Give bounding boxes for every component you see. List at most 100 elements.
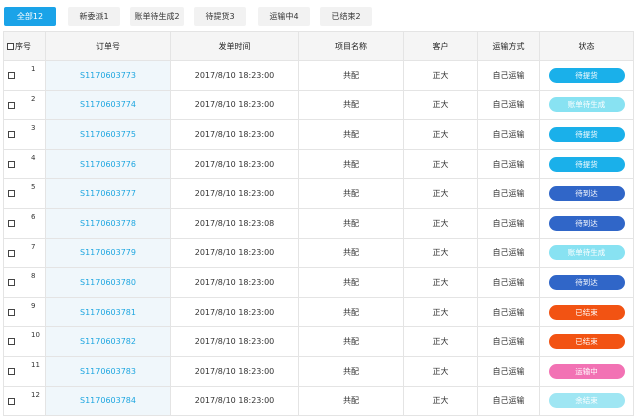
tab-awaiting-pickup[interactable]: 待提货3 (194, 7, 246, 26)
transport-method: 自己运输 (477, 326, 540, 357)
tab-in-transit[interactable]: 运输中4 (258, 7, 310, 26)
tab-new-assigned[interactable]: 新委派1 (68, 7, 120, 26)
status-cell: 待提货 (539, 119, 634, 150)
customer: 正大 (403, 355, 478, 387)
row-index: 5 (31, 183, 36, 192)
row-index: 1 (31, 65, 36, 73)
order-number-link[interactable]: S1170603781 (80, 308, 136, 317)
row-index: 4 (31, 153, 36, 162)
order-number-link[interactable]: S1170603775 (80, 130, 136, 139)
order-number-link[interactable]: S1170603777 (80, 189, 136, 198)
status-badge[interactable]: 待提货 (548, 67, 625, 83)
row-index-cell: 2 (3, 89, 46, 121)
status-badge[interactable]: 已结束 (548, 304, 625, 320)
customer: 正大 (403, 89, 478, 121)
header-index-label: 序号 (15, 41, 31, 51)
order-number-link[interactable]: S1170603783 (80, 367, 136, 376)
issue-time: 2017/8/10 18:23:00 (170, 148, 299, 180)
header-customer: 客户 (403, 31, 478, 61)
table-row: 1 S1170603773 2017/8/10 18:23:00 共配 正大 自… (3, 60, 634, 91)
row-index-cell: 9 (3, 296, 46, 328)
status-badge[interactable]: 账单待生成 (548, 245, 625, 261)
issue-time: 2017/8/10 18:23:00 (170, 119, 299, 150)
table-row: 3 S1170603775 2017/8/10 18:23:00 共配 正大 自… (3, 119, 634, 150)
order-number-link[interactable]: S1170603782 (80, 337, 136, 346)
status-badge[interactable]: 待提货 (548, 156, 625, 172)
order-number-link[interactable]: S1170603776 (80, 160, 136, 169)
customer: 正大 (403, 296, 478, 328)
row-index-cell: 1 (3, 60, 46, 91)
order-number-link[interactable]: S1170603773 (80, 71, 136, 80)
table-row: 9 S1170603781 2017/8/10 18:23:00 共配 正大 自… (3, 296, 634, 328)
tab-bill-pending[interactable]: 账单待生成2 (130, 7, 184, 26)
status-badge[interactable]: 待到达 (548, 186, 625, 202)
row-checkbox[interactable] (8, 131, 15, 139)
row-checkbox[interactable] (8, 101, 15, 109)
status-cell: 账单待生成 (539, 89, 634, 121)
tab-all[interactable]: 全部12 (4, 7, 56, 26)
status-badge[interactable]: 账单待生成 (548, 97, 625, 113)
table-row: 8 S1170603780 2017/8/10 18:23:00 共配 正大 自… (3, 267, 634, 298)
row-checkbox[interactable] (8, 72, 15, 79)
header-index: 序号 (3, 31, 46, 61)
issue-time: 2017/8/10 18:23:00 (170, 385, 299, 417)
issue-time: 2017/8/10 18:23:00 (170, 326, 299, 357)
customer: 正大 (403, 60, 478, 91)
status-cell: 运输中 (539, 355, 634, 387)
header-order-number: 订单号 (45, 31, 171, 61)
issue-time: 2017/8/10 18:23:00 (170, 237, 299, 269)
status-badge[interactable]: 待到达 (548, 215, 625, 231)
project-name: 共配 (298, 237, 404, 269)
customer: 正大 (403, 207, 478, 239)
transport-method: 自己运输 (477, 237, 540, 269)
order-number-cell: S1170603778 (45, 207, 171, 239)
row-checkbox[interactable] (8, 308, 15, 316)
row-checkbox[interactable] (8, 249, 15, 257)
status-badge[interactable]: 待到达 (548, 274, 625, 290)
table-row: 11 S1170603783 2017/8/10 18:23:00 共配 正大 … (3, 355, 634, 387)
row-checkbox[interactable] (8, 279, 15, 287)
order-number-link[interactable]: S1170603779 (80, 248, 136, 257)
row-index-cell: 8 (3, 267, 46, 298)
row-checkbox[interactable] (8, 367, 15, 375)
customer: 正大 (403, 178, 478, 209)
order-number-cell: S1170603777 (45, 178, 171, 209)
table-row: 6 S1170603778 2017/8/10 18:23:08 共配 正大 自… (3, 207, 634, 239)
status-badge[interactable]: 运输中 (548, 363, 625, 379)
status-badge[interactable]: 待提货 (548, 126, 625, 142)
row-checkbox[interactable] (8, 160, 15, 168)
order-number-link[interactable]: S1170603784 (80, 396, 136, 405)
table-row: 5 S1170603777 2017/8/10 18:23:00 共配 正大 自… (3, 178, 634, 209)
customer: 正大 (403, 326, 478, 357)
transport-method: 自己运输 (477, 178, 540, 209)
project-name: 共配 (298, 355, 404, 387)
status-cell: 已结束 (539, 296, 634, 328)
row-checkbox[interactable] (8, 219, 15, 227)
customer: 正大 (403, 237, 478, 269)
transport-method: 自己运输 (477, 267, 540, 298)
status-cell: 余结束 (539, 385, 634, 417)
table-header-row: 序号 订单号 发单时间 项目名称 客户 运输方式 状态 (3, 31, 634, 61)
project-name: 共配 (298, 296, 404, 328)
tab-finished[interactable]: 已结束2 (320, 7, 372, 26)
status-badge[interactable]: 已结束 (548, 334, 625, 350)
row-index: 2 (31, 94, 36, 103)
row-checkbox[interactable] (8, 190, 15, 198)
order-number-link[interactable]: S1170603778 (80, 219, 136, 228)
row-checkbox[interactable] (8, 397, 15, 405)
select-all-checkbox[interactable] (7, 42, 14, 50)
status-badge[interactable]: 余结束 (548, 393, 625, 409)
order-number-cell: S1170603782 (45, 326, 171, 357)
row-index: 7 (31, 242, 36, 251)
order-number-link[interactable]: S1170603774 (80, 100, 136, 109)
order-number-cell: S1170603784 (45, 385, 171, 417)
order-number-cell: S1170603783 (45, 355, 171, 387)
row-index-cell: 11 (3, 355, 46, 387)
transport-method: 自己运输 (477, 119, 540, 150)
issue-time: 2017/8/10 18:23:00 (170, 60, 299, 91)
row-checkbox[interactable] (8, 338, 15, 346)
row-index: 10 (31, 331, 40, 340)
issue-time: 2017/8/10 18:23:00 (170, 89, 299, 121)
row-index-cell: 10 (3, 326, 46, 357)
order-number-link[interactable]: S1170603780 (80, 278, 136, 287)
